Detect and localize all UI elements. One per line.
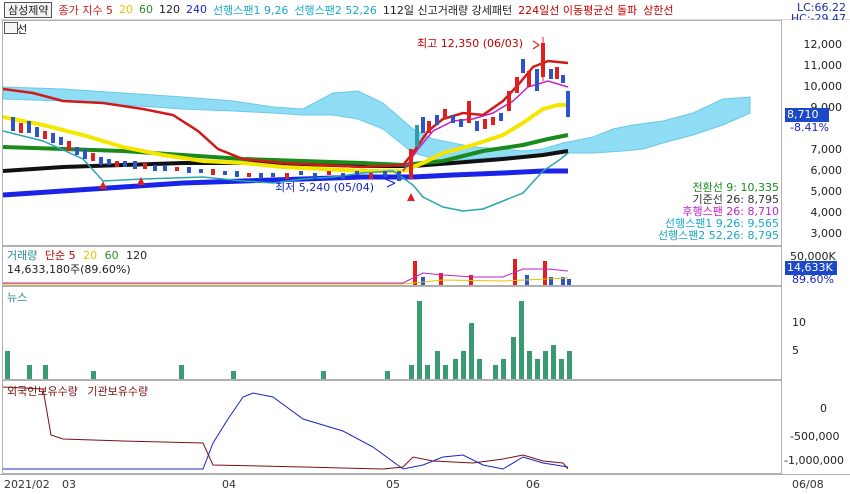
- holding-legend: 외국인보유수량 기관보유수량: [7, 383, 148, 399]
- price-tick: 10,000: [803, 80, 843, 93]
- news-chart-svg: [5, 301, 572, 379]
- stock-name-box[interactable]: 삼성제약: [4, 1, 53, 18]
- grid-toggle-icon[interactable]: [4, 22, 18, 34]
- current-change: -8.41%: [790, 121, 829, 134]
- legend-span2[interactable]: 선행스팬2 52,26: [294, 2, 376, 18]
- high-price-label: 최고 12,350 (06/03): [417, 37, 524, 50]
- institution-holding-line: [3, 392, 569, 470]
- news-axis-5: 5: [792, 344, 799, 357]
- date-tick: 03: [62, 478, 76, 491]
- date-tick: 2021/02: [4, 478, 50, 491]
- date-tick: 06: [526, 478, 540, 491]
- legend-ma20[interactable]: 20: [119, 3, 133, 16]
- current-price-box: 8,710: [785, 108, 829, 122]
- news-title: 뉴스: [7, 291, 28, 304]
- legend-ma224-breakout[interactable]: 224일선 이동평균선 돌파: [518, 2, 637, 18]
- indicator-legend-bar: 삼성제약 종가 지수 5 20 60 120 240 선행스팬1 9,26 선행…: [0, 0, 850, 20]
- stock-chart-window: 삼성제약 종가 지수 5 20 60 120 240 선행스팬1 9,26 선행…: [0, 0, 850, 494]
- legend-upper-limit[interactable]: 상한선: [643, 2, 673, 18]
- legend-volume-pattern[interactable]: 112일 신고거래량 강세패턴: [383, 2, 512, 18]
- legend-ma5[interactable]: 종가 지수 5: [58, 2, 112, 18]
- price-tick: 5,000: [810, 185, 843, 198]
- price-chart-svg: [3, 37, 751, 212]
- price-tick: 7,000: [810, 143, 843, 156]
- price-tick: 11,000: [803, 59, 843, 72]
- price-pane[interactable]: 한선 최고 12,350 (06/03) 최저 5,240 (05/04) 전환…: [2, 20, 782, 246]
- legend-ma120[interactable]: 120: [159, 3, 180, 16]
- holding-axis-1m: -1,000,000: [784, 454, 844, 467]
- news-axis-10: 10: [792, 316, 806, 329]
- news-pane[interactable]: 뉴스: [2, 286, 782, 380]
- price-tick: 6,000: [810, 164, 843, 177]
- institution-holding-label: 기관보유수량: [87, 385, 149, 398]
- price-tick: 4,000: [810, 206, 843, 219]
- date-tick: 04: [222, 478, 236, 491]
- legend-ma240[interactable]: 240: [186, 3, 207, 16]
- price-tick: 12,000: [803, 38, 843, 51]
- date-tick: 05: [386, 478, 400, 491]
- volume-current-pct: 89.60%: [792, 273, 834, 286]
- holding-axis-500k: -500,000: [790, 430, 840, 443]
- date-axis-right: 06/08: [792, 478, 824, 491]
- low-price-label: 최저 5,240 (05/04): [275, 181, 375, 194]
- volume-pane[interactable]: 거래량 단순 5 20 60 120 14,633,180주(89.60%): [2, 246, 782, 286]
- indicator-value-5: 선행스팬2 52,26: 8,795: [657, 229, 779, 242]
- news-bars: [5, 301, 572, 379]
- legend-span1[interactable]: 선행스팬1 9,26: [213, 2, 288, 18]
- legend-ma60[interactable]: 60: [139, 3, 153, 16]
- holding-pane[interactable]: 외국인보유수량 기관보유수량: [2, 380, 782, 474]
- holding-axis-0: 0: [820, 402, 827, 415]
- price-tick: 3,000: [810, 227, 843, 240]
- date-axis: 2021/02 03 04 05 06 06/08: [0, 474, 850, 494]
- volume-value-label: 14,633,180주(89.60%): [7, 263, 131, 276]
- foreign-holding-label: 외국인보유수량: [7, 385, 78, 398]
- foreign-holding-line: [3, 386, 569, 470]
